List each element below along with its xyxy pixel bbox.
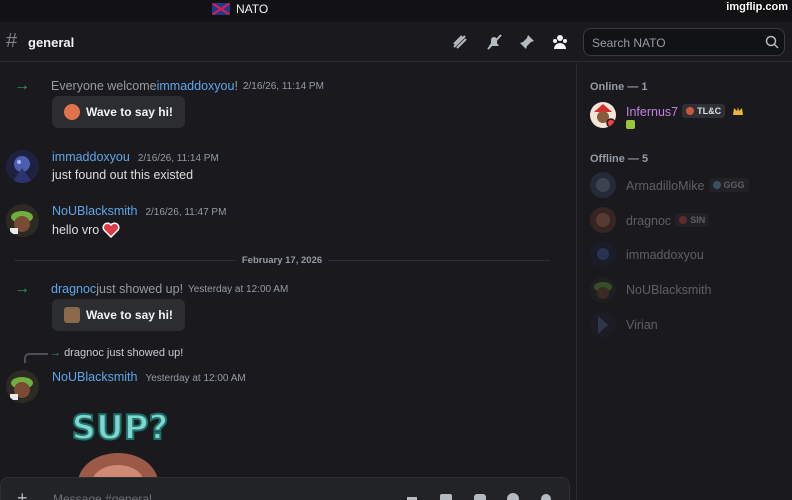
avatar (590, 242, 616, 268)
timestamp: Yesterday at 12:00 AM (145, 373, 246, 384)
avatar[interactable] (6, 204, 39, 237)
sticker-picker-icon[interactable] (473, 492, 487, 500)
member-name: dragnoc (626, 214, 672, 228)
threads-icon[interactable] (451, 33, 469, 51)
reply-arrow-icon: → (50, 347, 61, 359)
member-item[interactable]: ArmadilloMike GGG (590, 170, 787, 202)
avatar (590, 102, 616, 128)
timestamp: 2/16/26, 11:14 PM (137, 153, 219, 164)
reply-text: just showed up! (103, 347, 184, 359)
watermark: imgflip.com (726, 1, 788, 13)
username-link[interactable]: dragnoc (51, 282, 96, 296)
crown-icon (732, 107, 743, 115)
system-text: just showed up! (96, 282, 184, 296)
avatar (590, 172, 616, 198)
member-name: NoUBlacksmith (626, 283, 712, 297)
member-item[interactable]: immaddoxyou (590, 240, 787, 272)
wave-button-label: Wave to say hi! (86, 105, 173, 119)
nato-flag-icon (212, 3, 230, 15)
server-title: NATO (212, 2, 268, 16)
avatar (590, 207, 616, 233)
member-item[interactable]: dragnoc SIN (590, 205, 787, 237)
wave-button[interactable]: Wave to say hi! (52, 96, 185, 128)
member-name: Virian (626, 318, 658, 332)
avatar (590, 312, 616, 338)
system-text: Everyone welcome (51, 79, 157, 93)
apps-icon[interactable] (539, 492, 553, 500)
avatar[interactable] (6, 370, 39, 403)
mute-bell-icon[interactable] (485, 33, 503, 51)
timestamp: Yesterday at 12:00 AM (188, 283, 289, 295)
username-link[interactable]: immaddoxyou (157, 79, 235, 93)
member-list-icon[interactable] (551, 33, 569, 51)
heart-emoji-icon (102, 222, 120, 238)
system-text-suffix: ! (234, 79, 238, 93)
member-tag: SIN (675, 213, 710, 227)
offline-header: Offline — 5 (590, 153, 649, 165)
member-name: ArmadilloMike (626, 179, 705, 193)
reply-connector (24, 353, 48, 363)
member-name: immaddoxyou (626, 248, 704, 262)
wave-button-label: Wave to say hi! (86, 308, 173, 322)
hash-icon: # (6, 30, 18, 52)
member-list: Online — 1 Infernus7 TL&C Offline — 5 Arm… (577, 63, 792, 500)
message-text: hello vro (52, 223, 100, 237)
message-author[interactable]: NoUBlacksmith (52, 370, 137, 384)
avatar (590, 277, 616, 303)
reply-preview[interactable]: → dragnoc just showed up! (24, 347, 224, 363)
channel-header: # general Search NATO (0, 22, 792, 62)
emoji-icon[interactable] (506, 492, 520, 500)
member-tag: TL&C (682, 104, 726, 118)
member-item[interactable]: Virian (590, 310, 787, 342)
date-divider-label: February 17, 2026 (235, 255, 329, 266)
gif-icon[interactable] (439, 492, 453, 500)
search-placeholder: Search NATO (592, 36, 666, 50)
timestamp: 2/16/26, 11:47 PM (145, 207, 227, 218)
message-author[interactable]: immaddoxyou (52, 150, 130, 164)
member-tag: GGG (708, 178, 749, 192)
message-author[interactable]: NoUBlacksmith (52, 204, 137, 218)
member-name: Infernus7 (626, 105, 679, 119)
wave-button[interactable]: Wave to say hi! (52, 299, 185, 331)
channel-name: general (28, 35, 75, 50)
timestamp: 2/16/26, 11:14 PM (242, 80, 324, 92)
member-item[interactable]: Infernus7 TL&C (590, 100, 787, 132)
pin-icon[interactable] (518, 33, 536, 51)
status-emoji-icon (626, 120, 635, 129)
sticker-text: SUP? (72, 408, 169, 448)
online-header: Online — 1 (590, 81, 648, 93)
gift-icon[interactable] (405, 492, 419, 500)
system-message: → dragnoc just showed up! Yesterday at 1… (14, 280, 288, 298)
join-arrow-icon: → (14, 77, 30, 94)
date-divider: February 17, 2026 (14, 255, 550, 266)
search-input[interactable]: Search NATO (583, 28, 785, 56)
wave-sticker-icon (64, 307, 80, 323)
composer-placeholder: Message #general (53, 492, 152, 500)
join-arrow-icon: → (14, 280, 30, 297)
search-icon (765, 35, 779, 49)
message-text: just found out this existed (52, 168, 194, 182)
avatar[interactable] (6, 150, 39, 183)
server-name: NATO (236, 2, 269, 16)
title-bar: NATO imgflip.com (0, 0, 792, 22)
wave-sticker-icon (64, 104, 80, 120)
chat-area: → Everyone welcome immaddoxyou ! 2/16/26… (0, 63, 576, 500)
reply-author: dragnoc (64, 347, 104, 359)
member-item[interactable]: NoUBlacksmith (590, 275, 787, 307)
add-attachment-icon[interactable]: + (17, 488, 28, 500)
system-message: → Everyone welcome immaddoxyou ! 2/16/26… (14, 77, 324, 95)
message-composer[interactable]: + Message #general (0, 477, 570, 500)
